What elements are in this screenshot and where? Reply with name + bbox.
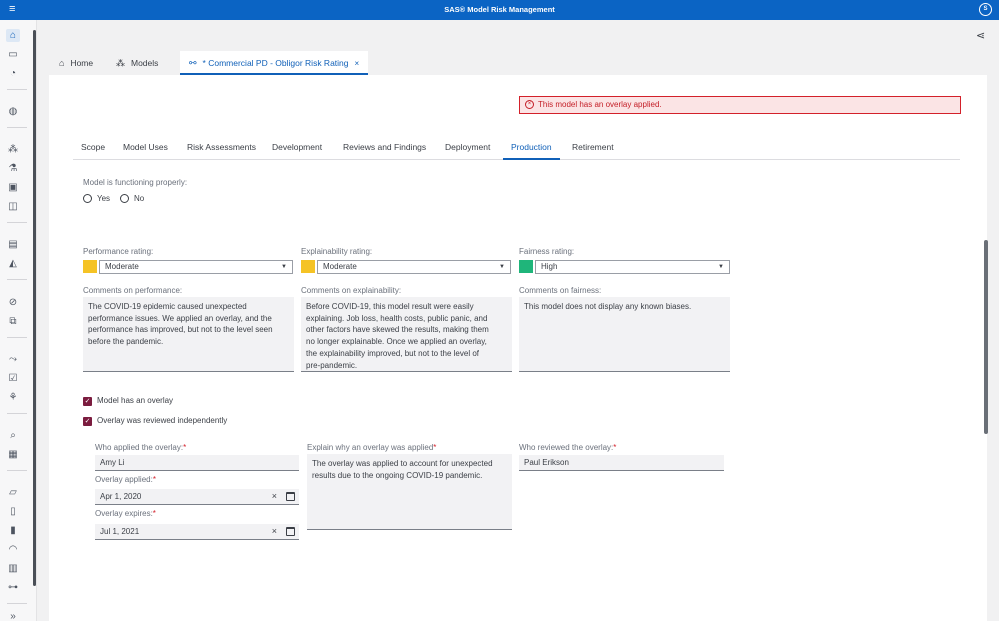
functioning-yes-radio[interactable] [83, 194, 92, 203]
chevron-down-icon: ▼ [718, 264, 724, 270]
app-title: SAS® Model Risk Management [444, 5, 555, 14]
fairness-rating-select[interactable]: High ▼ [535, 260, 730, 274]
overlay-reason-field[interactable]: The overlay was applied to account for u… [307, 454, 512, 530]
link-icon[interactable]: ⊘ [6, 296, 20, 309]
folder-icon[interactable]: ▱ [6, 486, 20, 499]
overlay-alert: × This model has an overlay applied. [519, 96, 961, 114]
tab-models[interactable]: ⁂ Models [116, 51, 158, 75]
calendar-icon[interactable] [286, 492, 295, 501]
rail-separator [7, 127, 27, 128]
performance-comments-label: Comments on performance: [83, 286, 183, 295]
performance-rating-select[interactable]: Moderate ▼ [99, 260, 293, 274]
search-doc-icon[interactable]: ⌕ [6, 429, 20, 442]
rail-separator [7, 89, 27, 90]
home-icon[interactable]: ⌂ [6, 29, 20, 42]
table-icon[interactable]: ▥ [6, 562, 20, 575]
models-icon[interactable]: ⁂ [6, 143, 20, 156]
calendar-icon[interactable] [286, 527, 295, 536]
rail-separator [7, 470, 27, 471]
tab-production[interactable]: Production [503, 138, 560, 160]
user-avatar[interactable]: S [979, 3, 992, 16]
home-icon: ⌂ [59, 58, 65, 68]
hierarchy-icon[interactable]: ⊶ [6, 581, 20, 594]
tab-commercial-pd[interactable]: ⚯ * Commercial PD - Obligor Risk Rating × [180, 51, 369, 75]
shapes-icon[interactable]: ◭ [6, 257, 20, 270]
close-tab-icon[interactable]: × [355, 59, 360, 68]
applied-by-label: Who applied the overlay:* [95, 443, 187, 452]
inventory-icon[interactable]: ▣ [6, 181, 20, 194]
explainability-color-swatch [301, 260, 315, 273]
explainability-rating-label: Explainability rating: [301, 247, 373, 256]
explainability-comments-field[interactable]: Before COVID-19, this model result were … [301, 297, 512, 372]
gauge-icon[interactable]: ◠ [6, 543, 20, 556]
tab-reviews-and-findings[interactable]: Reviews and Findings [335, 138, 434, 160]
overlay-reason-label: Explain why an overlay was applied* [307, 443, 437, 452]
clear-icon[interactable]: × [272, 489, 277, 504]
overlay-applied-label: Overlay applied:* [95, 475, 156, 484]
tab-model-uses[interactable]: Model Uses [115, 138, 176, 160]
rail-separator [7, 413, 27, 414]
fairness-comments-field[interactable]: This model does not display any known bi… [519, 297, 730, 372]
rail-separator [7, 337, 27, 338]
functioning-label: Model is functioning properly: [83, 178, 188, 187]
chevron-down-icon: ▼ [281, 264, 287, 270]
rail-separator [7, 603, 27, 604]
overlay-applied-date-field[interactable]: Apr 1, 2020 × [95, 489, 299, 505]
has-overlay-label[interactable]: Model has an overlay [97, 396, 173, 405]
explainability-comments-label: Comments on explainability: [301, 286, 402, 295]
tab-home[interactable]: ⌂ Home [59, 51, 93, 75]
left-nav-rail: ⌂ ▭ ◔ ◍ ⁂ ⚗ ▣ ◫ ▤ ◭ ⊘ ⧉ ⤳ ☑ ⚘ ⌕ ▦ ▱ ▯ ▮ … [0, 20, 37, 621]
cube-icon[interactable]: ◫ [6, 200, 20, 213]
tab-scope[interactable]: Scope [73, 138, 113, 160]
fairness-rating-label: Fairness rating: [519, 247, 575, 256]
file-icon[interactable]: ▯ [6, 505, 20, 518]
copy-icon[interactable]: ⧉ [6, 315, 20, 328]
applied-by-field[interactable]: Amy Li [95, 455, 299, 471]
error-icon: × [525, 100, 534, 109]
reviewed-independently-checkbox[interactable]: ✓ [83, 417, 92, 426]
rail-scrollbar[interactable] [33, 30, 36, 586]
fairness-color-swatch [519, 260, 533, 273]
functioning-no-label[interactable]: No [134, 194, 144, 203]
reviewed-by-label: Who reviewed the overlay:* [519, 443, 617, 452]
tab-retirement[interactable]: Retirement [564, 138, 622, 160]
rail-separator [7, 222, 27, 223]
chevron-down-icon: ▼ [499, 264, 505, 270]
performance-comments-field[interactable]: The COVID-19 epidemic caused unexpected … [83, 297, 294, 372]
clear-icon[interactable]: × [272, 524, 277, 539]
model-tree-icon: ⚯ [189, 58, 197, 68]
functioning-yes-label[interactable]: Yes [97, 194, 110, 203]
checklist-icon[interactable]: ☑ [6, 372, 20, 385]
tab-development[interactable]: Development [264, 138, 330, 160]
book-icon[interactable]: ▮ [6, 524, 20, 537]
main-scrollbar[interactable] [984, 240, 988, 434]
fairness-comments-label: Comments on fairness: [519, 286, 602, 295]
app-header: ≡ SAS® Model Risk Management S [0, 0, 999, 20]
performance-rating-label: Performance rating: [83, 247, 154, 256]
models-icon: ⁂ [116, 58, 125, 68]
workflow-icon[interactable]: ⤳ [6, 353, 20, 366]
has-overlay-checkbox[interactable]: ✓ [83, 397, 92, 406]
report-icon[interactable]: ▤ [6, 238, 20, 251]
globe-icon[interactable]: ◍ [6, 105, 20, 118]
reviewed-by-field[interactable]: Paul Erikson [519, 455, 724, 471]
performance-color-swatch [83, 260, 97, 273]
expand-rail-icon[interactable]: » [6, 610, 20, 621]
section-tabs: Scope Model Uses Risk Assessments Develo… [73, 138, 960, 160]
tab-deployment[interactable]: Deployment [437, 138, 498, 160]
rail-separator [7, 279, 27, 280]
overlay-expires-label: Overlay expires:* [95, 509, 156, 518]
document-icon[interactable]: ▭ [6, 48, 20, 61]
network-icon[interactable]: ⚘ [6, 391, 20, 404]
overlay-expires-date-field[interactable]: Jul 1, 2021 × [95, 524, 299, 540]
dashboard-icon[interactable]: ◔ [6, 67, 20, 80]
tab-risk-assessments[interactable]: Risk Assessments [179, 138, 264, 160]
explainability-rating-select[interactable]: Moderate ▼ [317, 260, 511, 274]
functioning-no-radio[interactable] [120, 194, 129, 203]
clipboard-icon[interactable]: ▦ [6, 448, 20, 461]
reviewed-independently-label[interactable]: Overlay was reviewed independently [97, 416, 227, 425]
flask-icon[interactable]: ⚗ [6, 162, 20, 175]
share-icon[interactable]: ⋖ [976, 29, 985, 42]
